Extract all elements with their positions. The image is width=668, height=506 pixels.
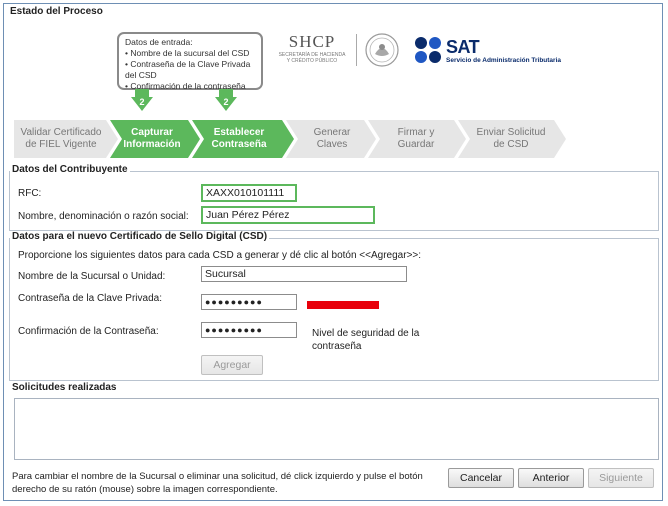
taxpayer-name-field: Juan Pérez Pérez — [201, 206, 375, 224]
shcp-logo-subtitle: Y CRÉDITO PÚBLICO — [286, 58, 338, 64]
branch-name-label: Nombre de la Sucursal o Unidad: — [18, 271, 166, 282]
password-strength-label-line: Nivel de seguridad de la — [312, 328, 420, 339]
csd-instructions: Proporcione los siguientes datos para ca… — [18, 250, 422, 261]
requests-list[interactable] — [14, 398, 659, 460]
add-csd-button[interactable]: Agregar — [201, 355, 263, 375]
next-button[interactable]: Siguiente — [588, 468, 654, 488]
footer-hint: Para cambiar el nombre de la Sucursal o … — [12, 470, 444, 496]
tooltip-item: • Contraseña de la Clave Privada — [125, 59, 251, 69]
sat-logo-subtitle: Servicio de Administración Tributaria — [446, 57, 561, 64]
step-marker-arrow-icon: 2 — [215, 89, 237, 113]
step-generate-keys: Generar Claves — [313, 127, 351, 150]
footer-hint-line: Para cambiar el nombre de la Sucursal o … — [12, 471, 423, 482]
previous-button[interactable]: Anterior — [518, 468, 584, 488]
branch-name-input[interactable]: Sucursal — [201, 266, 407, 282]
cancel-button[interactable]: Cancelar — [448, 468, 514, 488]
step-marker-number: 2 — [223, 97, 229, 107]
password-strength-label: Nivel de seguridad de la contraseña — [312, 327, 419, 353]
csd-wizard-window: Estado del Proceso Datos de entrada: • N… — [3, 3, 663, 501]
tooltip-heading: Datos de entrada: — [125, 37, 193, 47]
sat-logo-text: SAT — [446, 37, 480, 57]
step-send-request: Enviar Solicitud de CSD — [476, 127, 546, 150]
tooltip-item: • Nombre de la sucursal del CSD — [125, 48, 250, 58]
input-data-tooltip: Datos de entrada: • Nombre de la sucursa… — [117, 32, 263, 91]
logo-divider — [356, 34, 357, 66]
sat-logo-icon — [415, 37, 441, 63]
step-sign-save: Firmar y Guardar — [397, 127, 435, 150]
rfc-field: XAXX010101111 — [201, 184, 297, 202]
confirm-password-input[interactable]: ●●●●●●●●● — [201, 322, 297, 338]
mexico-seal-icon — [365, 33, 399, 67]
footer-hint-line: derecho de su ratón (mouse) sobre la ima… — [12, 484, 278, 495]
taxpayer-name-label: Nombre, denominación o razón social: — [18, 211, 189, 222]
private-key-password-input[interactable]: ●●●●●●●●● — [201, 294, 297, 310]
step-marker-number: 2 — [139, 97, 145, 107]
private-key-password-label: Contraseña de la Clave Privada: — [18, 293, 162, 304]
tooltip-item: del CSD — [125, 70, 157, 80]
confirm-password-label: Confirmación de la Contraseña: — [18, 326, 159, 337]
taxpayer-section-title: Datos del Contribuyente — [10, 164, 130, 175]
rfc-label: RFC: — [18, 188, 42, 199]
password-strength-label-line: contraseña — [312, 341, 362, 352]
step-capture-info: Capturar Información — [123, 127, 181, 150]
shcp-logo: SHCP SECRETARÍA DE HACIENDA Y CRÉDITO PÚ… — [271, 32, 353, 72]
requests-section-title: Solicitudes realizadas — [10, 382, 119, 393]
step-validate-fiel: Validar Certificado de FIEL Vigente — [20, 127, 102, 150]
password-strength-bar — [307, 301, 379, 309]
csd-section-title: Datos para el nuevo Certificado de Sello… — [10, 231, 270, 242]
step-marker-arrow-icon: 2 — [131, 89, 153, 113]
process-title: Estado del Proceso — [10, 6, 103, 17]
step-set-password: Establecer Contraseña — [211, 127, 267, 150]
shcp-logo-text: SHCP — [288, 32, 336, 51]
